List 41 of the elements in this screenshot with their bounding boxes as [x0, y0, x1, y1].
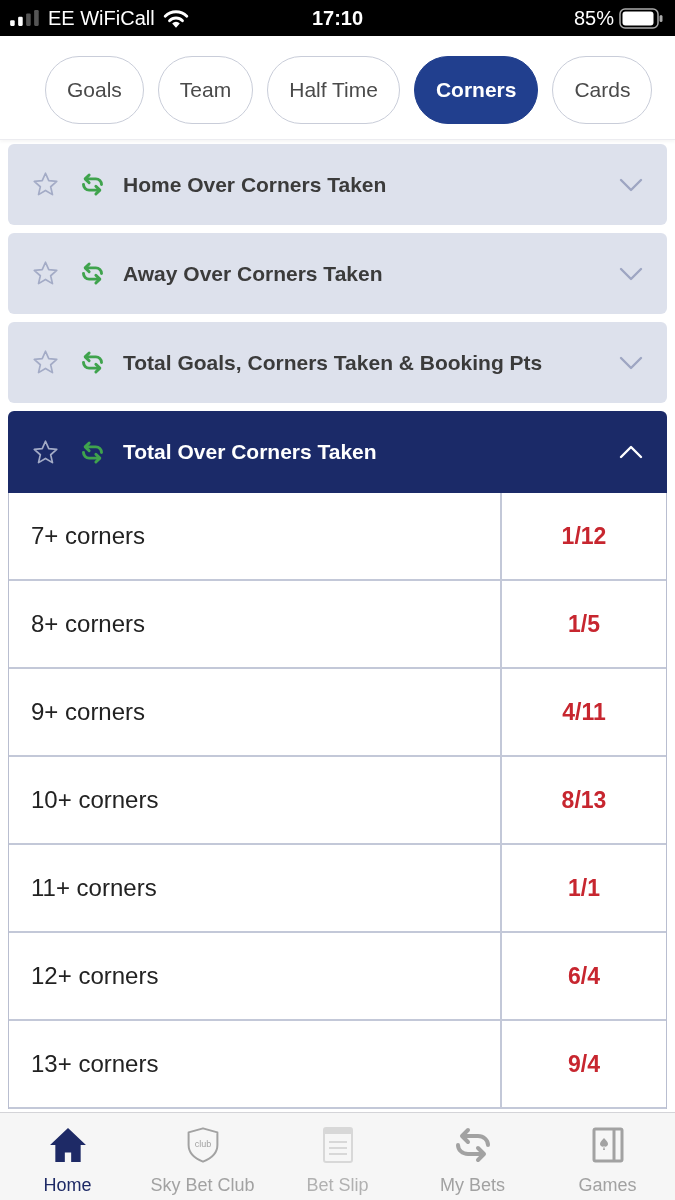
nav-item[interactable]: Home — [0, 1113, 135, 1200]
refresh-icon — [79, 349, 106, 376]
refresh-icon — [79, 438, 106, 466]
market-header[interactable]: Away Over Corners Taken — [8, 233, 667, 314]
refresh-icon — [79, 260, 106, 287]
chevron-icon — [619, 445, 643, 459]
signal-icon — [10, 10, 40, 26]
selection-label: 13+ corners — [31, 1050, 159, 1078]
star-icon[interactable] — [32, 438, 59, 466]
market-header[interactable]: Total Goals, Corners Taken & Booking Pts — [8, 322, 667, 403]
market-title: Total Over Corners Taken — [123, 440, 377, 464]
refresh-icon — [79, 171, 106, 198]
market-title: Away Over Corners Taken — [123, 261, 383, 286]
home-icon — [48, 1127, 87, 1163]
market-header[interactable]: Total Over Corners Taken — [8, 411, 667, 493]
clock-time: 17:10 — [311, 6, 364, 30]
star-icon[interactable] — [32, 349, 59, 376]
chevron-icon — [619, 355, 643, 370]
filter-tab[interactable]: Half Time — [267, 56, 400, 124]
selection-label: 9+ corners — [31, 698, 146, 726]
star-icon[interactable] — [32, 260, 59, 287]
chevron-icon — [619, 177, 643, 192]
filter-tab[interactable]: Cards — [552, 56, 653, 124]
market-title: Total Goals, Corners Taken & Booking Pts — [123, 350, 543, 375]
selection-label: 8+ corners — [31, 610, 146, 638]
star-icon[interactable] — [32, 171, 59, 198]
market-title: Home Over Corners Taken — [123, 172, 387, 197]
carrier-name: EE WiFiCall — [48, 6, 155, 30]
selection-label: 11+ corners — [31, 874, 157, 902]
selection-label: 12+ corners — [31, 962, 159, 990]
battery-percent: 85% — [573, 6, 614, 30]
filter-tab[interactable]: Goals — [45, 56, 144, 124]
market-header[interactable]: Home Over Corners Taken — [8, 144, 667, 225]
selection-label: 10+ corners — [31, 786, 159, 814]
chevron-icon — [619, 266, 643, 281]
swap-arrows-icon — [453, 1127, 492, 1163]
filter-tab[interactable]: Team — [157, 56, 254, 124]
wifi-icon — [162, 8, 189, 28]
filter-tab[interactable]: Corners — [413, 56, 539, 124]
battery-icon — [619, 7, 663, 29]
selection-label: 7+ corners — [31, 522, 146, 550]
